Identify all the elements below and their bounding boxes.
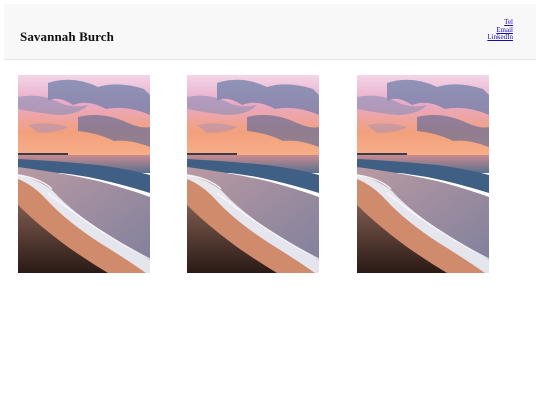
page: Savannah Burch Tel Email LinkedIn bbox=[0, 0, 540, 405]
beach-sunset-photo bbox=[357, 75, 489, 273]
beach-sunset-photo bbox=[187, 75, 319, 273]
site-title: Savannah Burch bbox=[20, 29, 115, 44]
photo-gallery bbox=[18, 75, 498, 275]
contact-links: Tel Email LinkedIn bbox=[487, 18, 513, 42]
site-header: Savannah Burch Tel Email LinkedIn bbox=[4, 4, 536, 60]
linkedin-link[interactable]: LinkedIn bbox=[487, 33, 513, 42]
beach-sunset-photo bbox=[18, 75, 150, 273]
